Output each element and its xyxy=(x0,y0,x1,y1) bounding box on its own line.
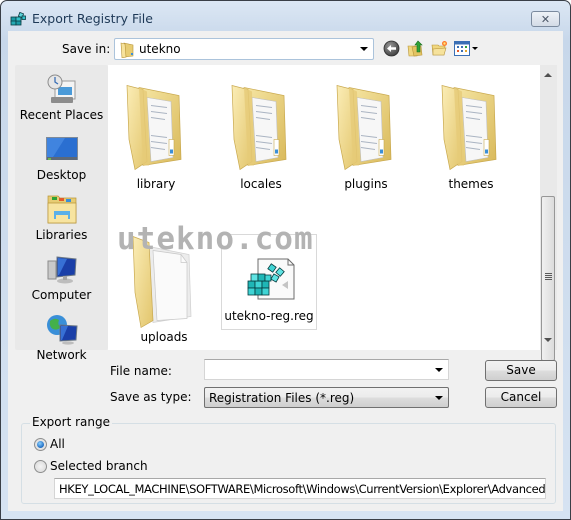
selected-branch-input[interactable]: HKEY_LOCAL_MACHINE\SOFTWARE\Microsoft\Wi… xyxy=(54,478,546,499)
scroll-down-icon[interactable] xyxy=(544,338,552,342)
branch-path: HKEY_LOCAL_MACHINE\SOFTWARE\Microsoft\Wi… xyxy=(59,482,546,496)
save-as-type-label: Save as type: xyxy=(110,390,192,404)
chevron-down-icon xyxy=(360,47,368,51)
save-button[interactable]: Save xyxy=(485,360,557,381)
file-label: library xyxy=(136,177,176,191)
close-button[interactable]: ✕ xyxy=(531,11,560,27)
file-label: themes xyxy=(448,177,494,191)
radio-selected-branch-label[interactable]: Selected branch xyxy=(50,459,148,473)
place-label: Libraries xyxy=(35,228,88,242)
place-network[interactable]: Network xyxy=(15,313,108,362)
export-registry-dialog: Export Registry File ✕ Save in: utekno R… xyxy=(0,0,571,520)
scroll-up-icon[interactable] xyxy=(544,73,552,77)
file-label: uploads xyxy=(140,330,188,344)
folder-item-library[interactable]: library xyxy=(108,77,204,191)
window-title: Export Registry File xyxy=(32,11,153,26)
registry-editor-icon xyxy=(10,11,26,26)
back-icon[interactable] xyxy=(383,40,400,57)
new-folder-icon[interactable] xyxy=(431,40,448,57)
vertical-scrollbar[interactable] xyxy=(540,65,557,361)
radio-selected-branch[interactable] xyxy=(34,460,47,473)
place-desktop[interactable]: Desktop xyxy=(15,133,108,182)
folder-icon xyxy=(121,77,191,172)
folder-item-plugins[interactable]: plugins xyxy=(318,77,414,191)
chevron-down-icon xyxy=(435,396,443,400)
grip-icon xyxy=(545,273,552,281)
cancel-button[interactable]: Cancel xyxy=(485,387,557,408)
export-range-title: Export range xyxy=(30,415,112,429)
file-label: locales xyxy=(240,177,282,191)
watermark: utekno.com xyxy=(117,221,314,257)
place-label: Desktop xyxy=(36,168,87,182)
file-label: plugins xyxy=(344,177,388,191)
folder-item-locales[interactable]: locales xyxy=(213,77,309,191)
folder-icon xyxy=(436,77,506,172)
place-label: Computer xyxy=(31,288,92,302)
save-in-value: utekno xyxy=(139,42,181,56)
save-in-label: Save in: xyxy=(62,42,111,56)
save-in-dropdown[interactable]: utekno xyxy=(114,38,374,60)
view-menu-button[interactable] xyxy=(454,40,478,57)
save-as-type-select[interactable]: Registration Files (*.reg) xyxy=(204,387,449,408)
radio-all[interactable] xyxy=(34,438,47,451)
up-folder-icon[interactable] xyxy=(407,40,424,57)
desktop-icon xyxy=(45,137,78,160)
recent-places-icon xyxy=(47,74,75,103)
title-bar: Export Registry File ✕ xyxy=(1,1,570,35)
view-menu-icon xyxy=(454,41,470,56)
file-name-label: File name: xyxy=(110,364,172,378)
file-list[interactable]: library locales plugins themes uploads u… xyxy=(108,65,546,350)
folder-icon xyxy=(226,77,296,172)
file-label: utekno-reg.reg xyxy=(224,309,314,323)
place-computer[interactable]: Computer xyxy=(15,253,108,302)
chevron-down-icon xyxy=(472,47,478,50)
computer-icon xyxy=(47,256,77,284)
close-icon: ✕ xyxy=(540,12,551,26)
folder-icon xyxy=(331,77,401,172)
radio-all-label[interactable]: All xyxy=(50,437,65,451)
save-as-type-value: Registration Files (*.reg) xyxy=(209,391,355,405)
network-icon xyxy=(46,315,78,345)
chevron-down-icon[interactable] xyxy=(435,368,443,372)
dialog-body: Save in: utekno Recent Places Desktop Li… xyxy=(8,31,563,511)
place-libraries[interactable]: Libraries xyxy=(15,193,108,242)
place-recent-places[interactable]: Recent Places xyxy=(15,73,108,122)
place-label: Network xyxy=(36,348,87,362)
file-name-combobox[interactable] xyxy=(204,359,449,380)
libraries-icon xyxy=(47,195,76,224)
scrollbar-thumb[interactable] xyxy=(541,196,555,361)
places-bar: Recent Places Desktop Libraries Computer… xyxy=(15,65,108,362)
folder-icon xyxy=(120,42,134,58)
place-label: Recent Places xyxy=(19,108,104,122)
folder-item-themes[interactable]: themes xyxy=(423,77,519,191)
